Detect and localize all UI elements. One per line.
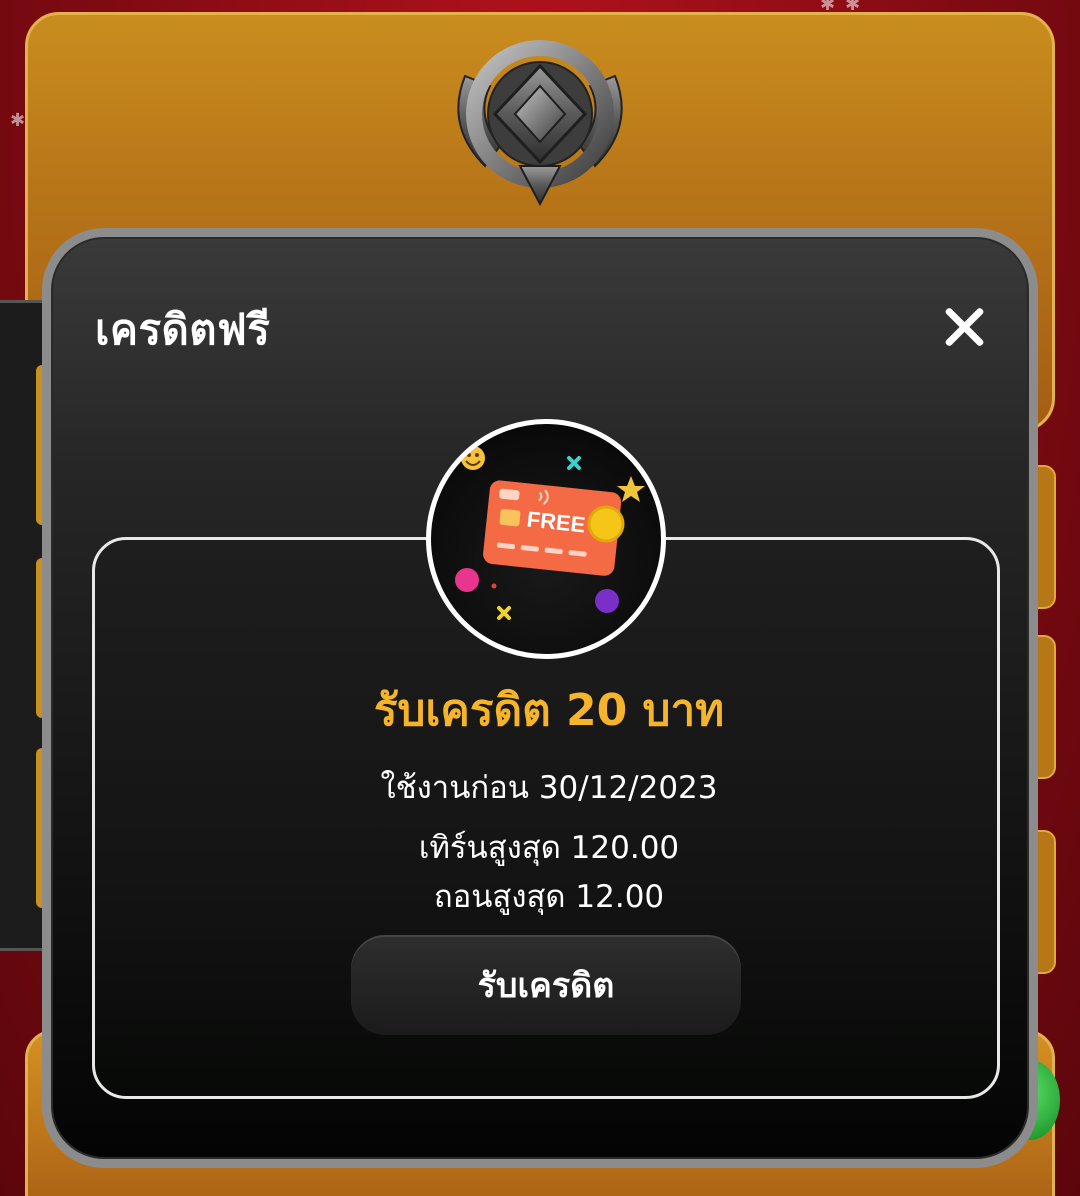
free-credit-card-icon: FREE — [426, 419, 666, 659]
max-turnover: เทิร์นสูงสุด 120.00 — [418, 830, 680, 866]
credit-amount-headline: รับเครดิต 20 บาท — [373, 685, 725, 736]
modal-title: เครดิตฟรี — [95, 305, 271, 354]
close-icon[interactable] — [937, 299, 993, 355]
snowflake-icon: ✱ — [10, 110, 26, 131]
free-credit-modal: เครดิตฟรี รับเครดิต 20 บาท ใช้งานก่อน 30… — [42, 228, 1038, 1168]
rank-badge-icon — [457, 40, 623, 206]
expiry-date: ใช้งานก่อน 30/12/2023 — [380, 770, 718, 806]
max-withdraw: ถอนสูงสุด 12.00 — [433, 879, 665, 915]
claim-credit-label: รับเครดิต — [477, 966, 615, 1006]
claim-credit-button[interactable]: รับเครดิต — [351, 935, 741, 1035]
